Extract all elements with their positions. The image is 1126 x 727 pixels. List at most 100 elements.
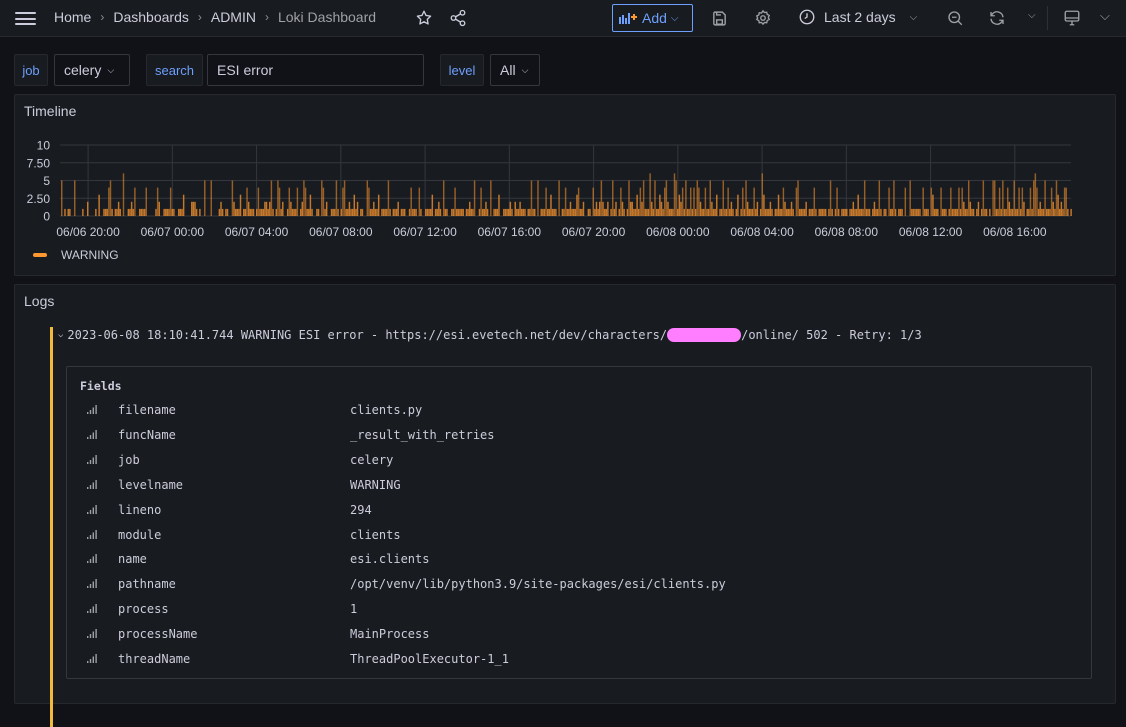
bar-warning	[143, 208, 146, 216]
bar-warning	[698, 187, 700, 216]
chevron-down-icon[interactable]: ⌵	[58, 330, 63, 340]
stats-icon[interactable]	[87, 604, 97, 614]
bar-warning	[964, 208, 967, 216]
bar-warning	[1002, 180, 1004, 216]
bar-warning	[997, 208, 999, 216]
bar-warning	[714, 208, 716, 216]
bar-warning	[426, 208, 429, 216]
bar-warning	[707, 208, 710, 216]
breadcrumb-home[interactable]: Home	[54, 9, 91, 25]
chevron-down-icon[interactable]: ⌵	[1100, 8, 1110, 24]
bar-warning	[454, 187, 456, 216]
breadcrumb-admin[interactable]: ADMIN	[211, 9, 256, 25]
bar-warning	[849, 208, 851, 216]
settings-icon[interactable]	[753, 8, 773, 28]
bar-warning	[937, 208, 939, 216]
x-tick-label: 06/07 08:00	[309, 225, 373, 239]
bar-warning	[709, 180, 711, 216]
bar-warning	[233, 201, 235, 216]
field-row: job celery	[67, 448, 1091, 472]
bar-warning	[1054, 208, 1056, 216]
time-range-picker[interactable]: Last 2 days ⌵	[798, 8, 917, 26]
bar-warning	[623, 208, 625, 216]
bar-warning	[888, 187, 890, 216]
job-variable-select[interactable]: celery ⌵	[54, 54, 130, 86]
bar-warning	[551, 208, 554, 216]
refresh-icon[interactable]	[987, 8, 1007, 28]
share-icon[interactable]	[448, 8, 468, 28]
bar-warning	[629, 201, 632, 216]
refresh-interval-chevron[interactable]: ⌵	[1028, 10, 1036, 21]
bar-warning	[272, 208, 274, 216]
legend-item-warning[interactable]: WARNING	[33, 248, 119, 262]
star-icon[interactable]	[414, 8, 434, 28]
level-variable-select[interactable]: All ⌵	[490, 54, 540, 86]
bar-warning	[680, 201, 682, 216]
bar-warning	[782, 187, 785, 216]
bar-warning	[234, 208, 237, 216]
stats-icon[interactable]	[87, 405, 97, 414]
bar-warning	[948, 208, 950, 216]
save-icon[interactable]	[709, 8, 729, 28]
bar-warning	[574, 208, 577, 216]
add-button[interactable]: Add ⌵	[612, 4, 693, 32]
bar-warning	[660, 201, 663, 216]
bar-warning	[108, 187, 110, 216]
bar-warning	[971, 208, 973, 216]
bar-warning	[134, 187, 136, 216]
bar-warning	[901, 208, 903, 216]
bar-warning	[631, 201, 633, 216]
bar-warning	[166, 208, 169, 216]
bar-warning	[509, 201, 512, 216]
log-level-indicator	[50, 327, 53, 727]
bar-warning	[737, 194, 739, 216]
bar-warning	[494, 208, 497, 216]
bar-warning	[761, 173, 764, 216]
bar-warning	[664, 187, 666, 216]
stats-icon[interactable]	[87, 529, 97, 539]
stats-icon[interactable]	[87, 504, 97, 514]
stats-icon[interactable]	[87, 654, 97, 663]
stats-icon[interactable]	[87, 629, 97, 639]
bar-warning	[260, 208, 263, 216]
clock-icon	[799, 9, 815, 25]
stats-icon[interactable]	[87, 429, 97, 439]
menu-icon[interactable]	[15, 12, 36, 25]
field-value: MainProcess	[350, 627, 430, 642]
tv-mode-icon[interactable]	[1062, 8, 1082, 28]
log-row[interactable]: ⌵ 2023-06-08 18:10:41.744 WARNING ESI er…	[58, 328, 922, 342]
bar-warning	[169, 187, 172, 216]
bar-warning	[915, 208, 918, 216]
bar-warning	[769, 201, 772, 216]
stats-icon[interactable]	[87, 554, 97, 564]
bar-warning	[114, 208, 117, 216]
bar-warning	[1044, 180, 1046, 216]
search-input[interactable]	[207, 54, 424, 86]
bar-warning	[781, 208, 783, 216]
stats-icon[interactable]	[87, 479, 97, 489]
bar-warning	[452, 208, 455, 216]
bar-warning	[620, 187, 622, 216]
bar-warning	[841, 208, 843, 216]
bar-warning	[392, 208, 395, 216]
bar-warning	[602, 201, 604, 216]
panel-title[interactable]: Logs	[24, 293, 54, 309]
stats-icon[interactable]	[87, 579, 97, 589]
bar-warning	[677, 208, 679, 216]
stats-icon[interactable]	[87, 454, 97, 464]
zoom-out-icon[interactable]	[945, 8, 965, 28]
bar-warning	[787, 208, 790, 216]
bar-warning	[612, 180, 614, 216]
bar-warning	[763, 194, 765, 216]
bar-warning	[759, 208, 762, 216]
bar-warning	[1026, 208, 1028, 216]
timeline-chart[interactable]: 0 2.50 5 7.50 10 06/06 20:00 06/07 00:00 06/07…	[15, 95, 1115, 245]
bar-warning	[259, 208, 261, 216]
bar-warning	[977, 201, 980, 216]
bar-warning	[1006, 187, 1009, 216]
level-variable-value: All	[500, 62, 516, 78]
bar-warning	[805, 201, 807, 216]
y-tick-label: 5	[43, 174, 50, 188]
bar-warning	[130, 201, 133, 216]
breadcrumb-dashboards[interactable]: Dashboards	[113, 9, 189, 25]
